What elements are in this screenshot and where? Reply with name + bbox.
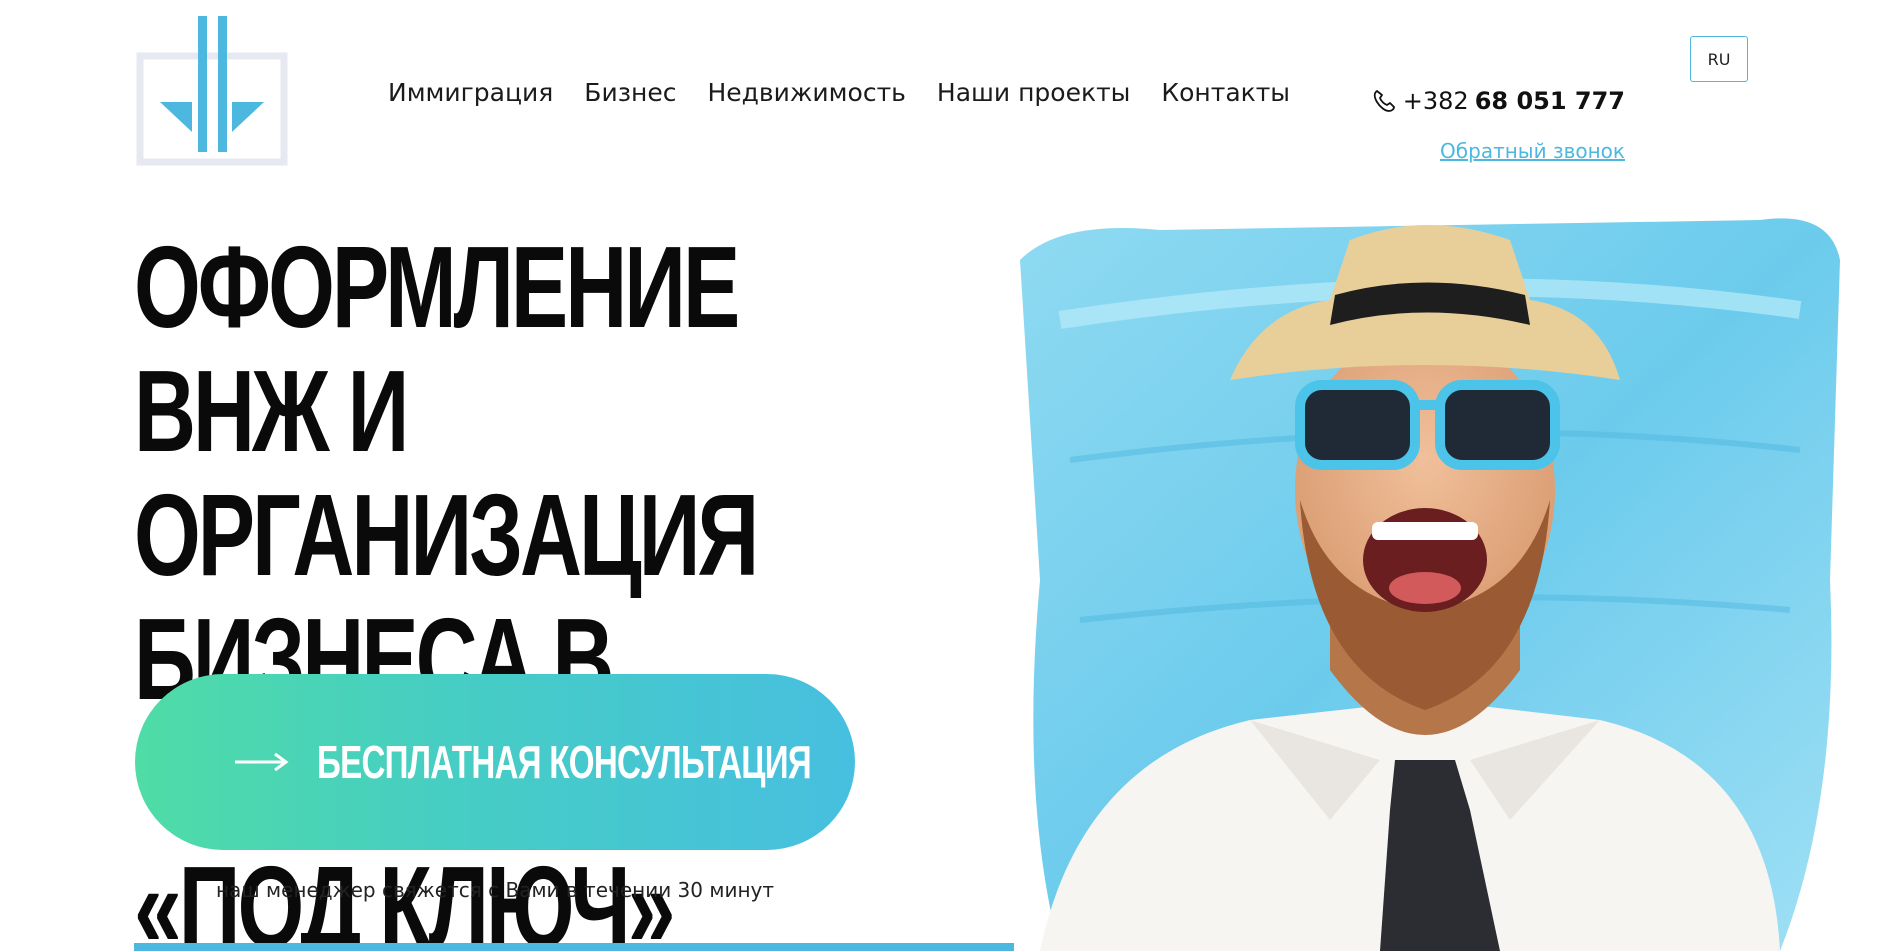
nav-item-real-estate[interactable]: Недвижимость bbox=[707, 78, 905, 107]
phone-icon bbox=[1373, 90, 1395, 112]
phone-prefix: +382 bbox=[1402, 87, 1469, 115]
nav-item-immigration[interactable]: Иммиграция bbox=[388, 78, 553, 107]
nav-item-contacts[interactable]: Контакты bbox=[1161, 78, 1290, 107]
nav-item-business[interactable]: Бизнес bbox=[584, 78, 676, 107]
company-logo[interactable] bbox=[134, 14, 290, 166]
phone-link[interactable]: +382 68 051 777 bbox=[1371, 87, 1625, 115]
cta-label: БЕСПЛАТНАЯ КОНСУЛЬТАЦИЯ bbox=[317, 736, 812, 788]
cta-note: наш менеджер свяжется с Вами в течении 3… bbox=[215, 878, 775, 902]
landing-page: Иммиграция Бизнес Недвижимость Наши прое… bbox=[0, 0, 1903, 951]
main-nav: Иммиграция Бизнес Недвижимость Наши прое… bbox=[388, 78, 1290, 107]
section-divider bbox=[134, 943, 1014, 951]
phone-number: 68 051 777 bbox=[1474, 87, 1625, 115]
callback-link[interactable]: Обратный звонок bbox=[1440, 139, 1625, 163]
hero-title-line: ОФОРМЛЕНИЕ ВНЖ И bbox=[134, 222, 740, 476]
arrow-right-icon bbox=[235, 752, 289, 772]
nav-item-projects[interactable]: Наши проекты bbox=[937, 78, 1130, 107]
free-consultation-button[interactable]: БЕСПЛАТНАЯ КОНСУЛЬТАЦИЯ bbox=[135, 674, 855, 850]
language-switcher[interactable]: RU bbox=[1690, 36, 1748, 82]
hero-image bbox=[1020, 218, 1840, 951]
